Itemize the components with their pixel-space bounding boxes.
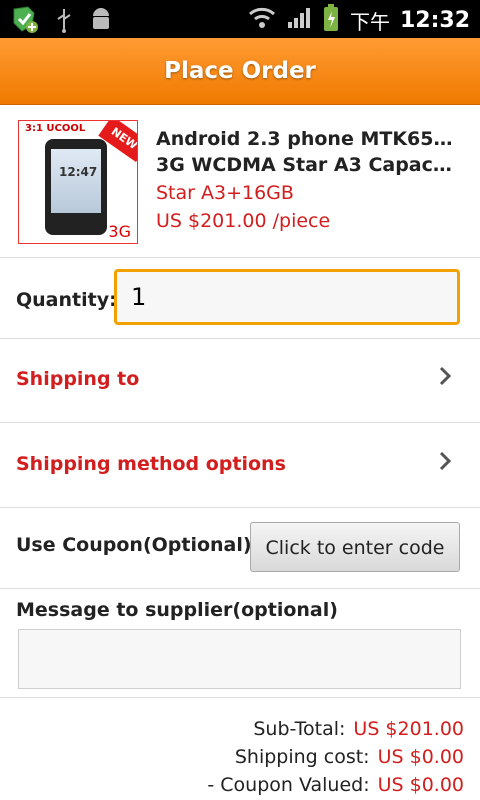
coupon-row: Use Coupon(Optional) Click to enter code [0, 508, 480, 589]
subtotal-value: US $201.00 [353, 718, 464, 740]
coupon-value-row: - Coupon Valued: US $0.00 [207, 774, 464, 796]
phone-screen-clock: 12:47 [59, 165, 98, 179]
product-variant: Star A3+16GB [156, 182, 294, 204]
message-textarea[interactable] [18, 629, 461, 689]
page-title: Place Order [164, 58, 316, 84]
coupon-label: Use Coupon(Optional) [16, 534, 252, 556]
enter-coupon-button[interactable]: Click to enter code [250, 522, 460, 572]
signal-icon [286, 6, 312, 34]
product-thumbnail[interactable]: 3:1 UCOOL NEW 12:47 3G [18, 120, 138, 244]
title-bar: Place Order [0, 38, 480, 105]
phone-image: 12:47 [45, 139, 107, 235]
order-totals: Sub-Total: US $201.00 Shipping cost: US $0… [0, 698, 480, 800]
thumbnail-brand: 3:1 UCOOL [25, 123, 86, 134]
shipping-to-label: Shipping to [16, 368, 140, 390]
coupon-value-label: - Coupon Valued: [207, 774, 370, 796]
product-name-line2: 3G WCDMA Star A3 Capaciti... [156, 154, 456, 176]
wifi-icon [248, 6, 276, 34]
status-time: 12:32 [399, 7, 470, 33]
chevron-right-icon [438, 364, 452, 394]
quantity-label: Quantity: [16, 289, 117, 311]
quantity-input[interactable]: 1 [114, 269, 460, 325]
shipping-cost-row: Shipping cost: US $0.00 [235, 746, 464, 768]
shipping-to-row[interactable]: Shipping to [0, 338, 480, 423]
message-label: Message to supplier(optional) [16, 599, 338, 621]
status-ampm: 下午 [349, 9, 390, 34]
chevron-right-icon [438, 449, 452, 479]
shipping-method-label: Shipping method options [16, 453, 286, 475]
phone-screen: 12:47 [51, 149, 101, 213]
message-row: Message to supplier(optional) [0, 589, 480, 698]
subtotal-row: Sub-Total: US $201.00 [253, 718, 464, 740]
status-bar: 下午 12:32 [0, 0, 480, 38]
battery-charging-icon [322, 4, 340, 36]
usb-icon [54, 7, 74, 37]
shipping-cost-value: US $0.00 [377, 746, 464, 768]
subtotal-label: Sub-Total: [253, 718, 346, 740]
shipping-method-row[interactable]: Shipping method options [0, 423, 480, 508]
network-label: 3G [108, 222, 131, 241]
product-name-line1: Android 2.3 phone MTK6573 [156, 128, 456, 150]
quantity-row: Quantity: 1 [0, 257, 480, 339]
product-summary[interactable]: 3:1 UCOOL NEW 12:47 3G Android 2.3 phone… [0, 104, 480, 258]
shield-add-icon [10, 5, 40, 39]
shipping-cost-label: Shipping cost: [234, 746, 370, 768]
coupon-value: US $0.00 [377, 774, 464, 796]
product-price: US $201.00 /piece [156, 210, 331, 232]
android-debug-icon [88, 7, 114, 37]
